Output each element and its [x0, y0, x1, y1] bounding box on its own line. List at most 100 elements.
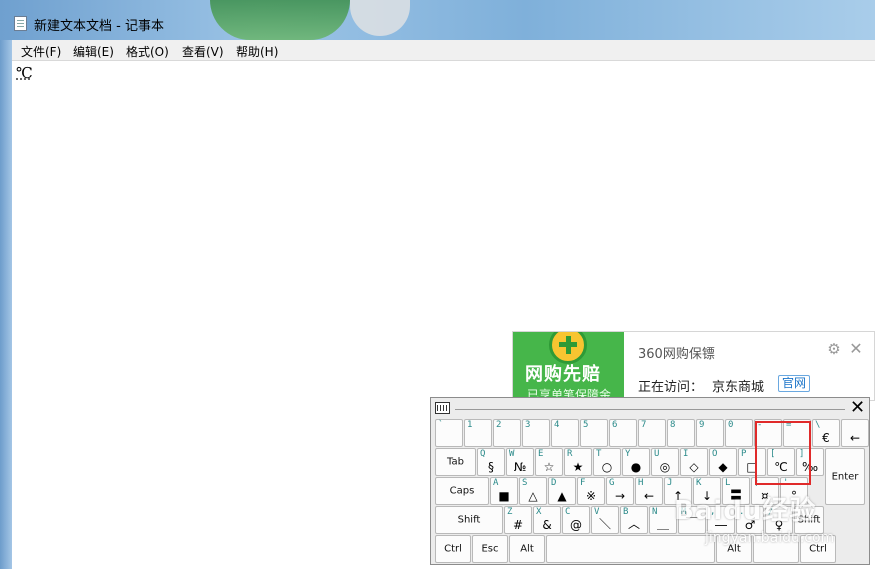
menu-file[interactable]: 文件(F): [21, 43, 61, 60]
key-0[interactable]: 0: [725, 419, 753, 447]
key-symbol: →: [614, 489, 626, 503]
keyboard-close-button[interactable]: ✕: [849, 399, 866, 417]
key-enter[interactable]: Enter: [825, 448, 865, 505]
key-upper-char: 8: [670, 420, 676, 430]
key-I[interactable]: I ◇: [680, 448, 708, 476]
key-upper-char: Z: [507, 507, 513, 517]
key-upper-char: O: [712, 449, 718, 459]
key-label: Enter: [831, 471, 859, 482]
keyboard-icon[interactable]: [435, 402, 450, 414]
key-tab[interactable]: Tab: [435, 448, 476, 476]
key-label: Alt: [520, 543, 534, 555]
key-upper-char: \: [815, 420, 821, 430]
key-R[interactable]: R ★: [564, 448, 592, 476]
popup-slogan: 网购先赔: [525, 364, 601, 385]
key-B[interactable]: B ︿: [620, 506, 648, 534]
key-symbol: &: [542, 518, 552, 532]
menu-view[interactable]: 查看(V): [182, 43, 224, 60]
key-upper-char: 6: [612, 420, 618, 430]
key-alt[interactable]: Alt: [509, 535, 545, 563]
key-2[interactable]: 2: [493, 419, 521, 447]
key-label: Shift: [457, 514, 481, 526]
key-\[interactable]: \ €: [812, 419, 840, 447]
popup-banner[interactable]: 网购先赔 已享单笔保障金: [513, 332, 624, 402]
shopping-guard-popup[interactable]: 网购先赔 已享单笔保障金 360网购保镖 ⚙ ✕ 正在访问： 京东商城 官网: [512, 331, 875, 402]
popup-visit-label: 正在访问：: [638, 380, 704, 395]
key-symbol: ＿: [656, 517, 669, 531]
key-symbol: €: [822, 431, 830, 445]
key-upper-char: J: [667, 478, 673, 488]
key-9[interactable]: 9: [696, 419, 724, 447]
key-label: Tab: [447, 456, 464, 468]
menu-edit[interactable]: 编辑(E): [73, 43, 114, 60]
key-upper-char: G: [609, 478, 615, 488]
gear-icon[interactable]: ⚙: [826, 341, 842, 357]
key-4[interactable]: 4: [551, 419, 579, 447]
key-E[interactable]: E ☆: [535, 448, 563, 476]
key-symbol: §: [488, 460, 494, 474]
editor-content[interactable]: ℃: [16, 64, 33, 82]
key-label: Caps: [449, 485, 475, 497]
key-G[interactable]: G →: [606, 477, 634, 505]
key-symbol: △: [528, 489, 538, 503]
key-F[interactable]: F ※: [577, 477, 605, 505]
menu-format[interactable]: 格式(O): [126, 43, 169, 60]
key-upper-char: X: [536, 507, 542, 517]
key-ctrl[interactable]: Ctrl: [435, 535, 471, 563]
key-Q[interactable]: Q §: [477, 448, 505, 476]
key-upper-char: 1: [467, 420, 473, 430]
keyboard-header[interactable]: ✕: [431, 398, 869, 418]
key-X[interactable]: X &: [533, 506, 561, 534]
menu-help[interactable]: 帮助(H): [236, 43, 278, 60]
key-symbol: ☆: [543, 460, 555, 474]
official-site-badge[interactable]: 官网: [778, 375, 811, 392]
window-frame: [0, 40, 12, 569]
key-symbol: ◎: [659, 460, 671, 474]
key-3[interactable]: 3: [522, 419, 550, 447]
key-6[interactable]: 6: [609, 419, 637, 447]
key-D[interactable]: D ▲: [548, 477, 576, 505]
title-bar[interactable]: 新建文本文档 - 记事本: [0, 0, 875, 40]
key-T[interactable]: T ○: [593, 448, 621, 476]
key-upper-char: S: [522, 478, 528, 488]
key-U[interactable]: U ◎: [651, 448, 679, 476]
key-V[interactable]: V ＼: [591, 506, 619, 534]
window-title: 新建文本文档 - 记事本: [34, 19, 164, 34]
key-symbol: ←: [849, 431, 861, 445]
key-C[interactable]: C @: [562, 506, 590, 534]
key-7[interactable]: 7: [638, 419, 666, 447]
key-symbol: ●: [630, 460, 642, 474]
key-N[interactable]: N ＿: [649, 506, 677, 534]
key-symbol: ◇: [689, 460, 699, 474]
key-5[interactable]: 5: [580, 419, 608, 447]
keyboard-divider: [455, 409, 845, 410]
key-symbol: ▲: [557, 489, 567, 503]
key-symbol: ※: [585, 489, 597, 503]
key-blank[interactable]: ←: [841, 419, 869, 447]
key-space[interactable]: [546, 535, 715, 563]
key-upper-char: R: [567, 449, 573, 459]
key-8[interactable]: 8: [667, 419, 695, 447]
popup-site-name[interactable]: 京东商城: [712, 376, 764, 395]
key-H[interactable]: H ←: [635, 477, 663, 505]
key-symbol: ︿: [627, 517, 640, 531]
key-caps[interactable]: Caps: [435, 477, 489, 505]
close-icon[interactable]: ✕: [848, 341, 864, 357]
key-label: Esc: [481, 543, 499, 555]
key-upper-char: 2: [496, 420, 502, 430]
key-upper-char: `: [438, 420, 444, 430]
key-S[interactable]: S △: [519, 477, 547, 505]
key-esc[interactable]: Esc: [472, 535, 508, 563]
key-1[interactable]: 1: [464, 419, 492, 447]
key-upper-char: T: [596, 449, 602, 459]
notepad-icon[interactable]: [14, 16, 27, 31]
highlight-box: [755, 421, 811, 485]
key-W[interactable]: W №: [506, 448, 534, 476]
key-Z[interactable]: Z #: [504, 506, 532, 534]
key-shift[interactable]: Shift: [435, 506, 503, 534]
key-Y[interactable]: Y ●: [622, 448, 650, 476]
key-O[interactable]: O ◆: [709, 448, 737, 476]
key-`[interactable]: `: [435, 419, 463, 447]
key-A[interactable]: A ■: [490, 477, 518, 505]
key-upper-char: 7: [641, 420, 647, 430]
